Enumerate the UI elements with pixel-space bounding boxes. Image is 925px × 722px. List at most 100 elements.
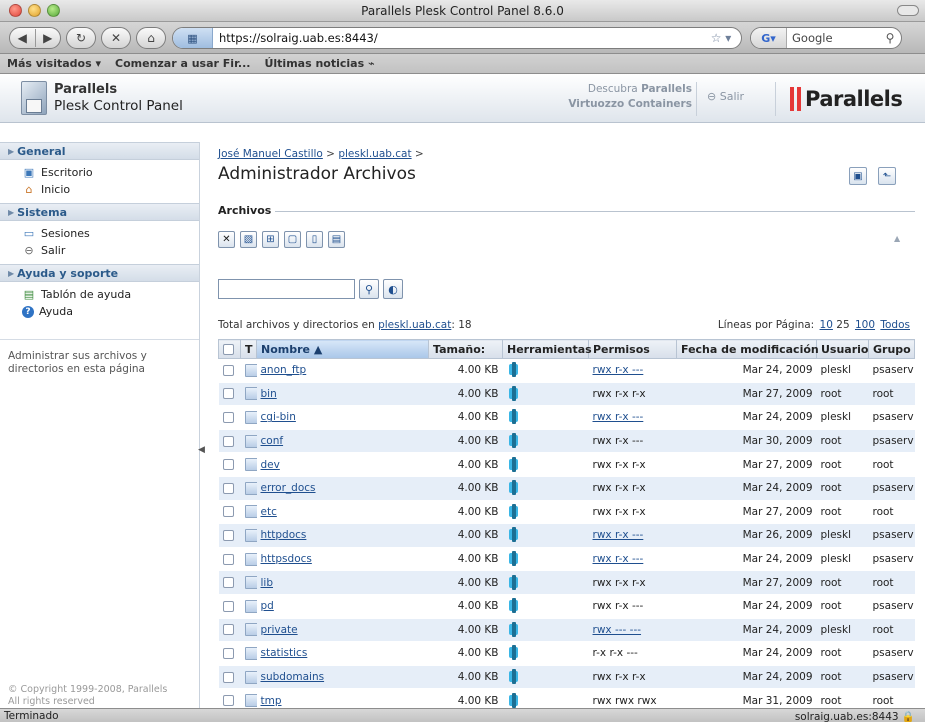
change-permissions-icon[interactable] — [507, 362, 521, 378]
toolbar-toggle-button[interactable] — [897, 5, 919, 16]
show-hidden-button[interactable]: ▣ — [849, 167, 867, 185]
file-name-link[interactable]: anon_ftp — [256, 358, 429, 383]
search-icon[interactable]: ⚲ — [879, 31, 901, 45]
bookmark-item[interactable]: Últimas noticias ⌁ — [264, 57, 374, 70]
reload-button[interactable]: ↻ — [66, 27, 96, 49]
row-checkbox[interactable] — [218, 405, 241, 430]
address-bar[interactable]: ▦ https://solraig.uab.es:8443/ ☆ ▾ — [172, 27, 742, 49]
file-name-link[interactable]: private — [256, 618, 429, 643]
change-permissions-icon[interactable] — [507, 456, 521, 472]
perpage-25[interactable]: 25 — [836, 319, 849, 331]
sidebar-item-ayuda[interactable]: ? Ayuda — [0, 303, 199, 320]
bookmark-item[interactable]: Comenzar a usar Fir... — [115, 57, 250, 70]
file-name-link[interactable]: lib — [256, 570, 429, 595]
file-name-link[interactable]: httpsdocs — [256, 547, 429, 572]
row-checkbox[interactable] — [218, 570, 241, 595]
file-name-link[interactable]: error_docs — [256, 476, 429, 501]
collapse-icon[interactable]: ▲ — [894, 234, 900, 243]
delete-button[interactable]: ✕ — [218, 231, 235, 248]
row-checkbox[interactable] — [218, 358, 241, 383]
column-header-size[interactable]: Tamaño: — [428, 339, 503, 359]
add-file-button[interactable]: ⊞ — [262, 231, 279, 248]
breadcrumb-domain-link[interactable]: pleskl.uab.cat — [338, 148, 411, 160]
search-button[interactable]: ⚲ — [359, 279, 379, 299]
row-checkbox[interactable] — [218, 452, 241, 477]
column-header-group[interactable]: Grupo — [868, 339, 915, 359]
forward-button[interactable]: ▶ — [35, 31, 60, 45]
permissions[interactable]: rwx r-x --- — [588, 547, 677, 572]
row-checkbox[interactable] — [218, 665, 241, 690]
search-input[interactable]: Google — [787, 31, 879, 45]
url-text[interactable]: https://solraig.uab.es:8443/ — [213, 31, 701, 45]
column-header-modified[interactable]: Fecha de modificación — [676, 339, 819, 359]
file-name-link[interactable]: subdomains — [256, 665, 429, 690]
row-checkbox[interactable] — [218, 429, 241, 454]
change-permissions-icon[interactable] — [507, 480, 521, 496]
perpage-100[interactable]: 100 — [855, 319, 875, 331]
copy-move-button[interactable]: ▢ — [284, 231, 301, 248]
row-checkbox[interactable] — [218, 547, 241, 572]
file-name-link[interactable]: pd — [256, 594, 429, 619]
file-name-link[interactable]: conf — [256, 429, 429, 454]
site-identity-icon[interactable]: ▦ — [173, 28, 213, 48]
file-name-link[interactable]: httpdocs — [256, 523, 429, 548]
new-file-button[interactable]: ▯ — [306, 231, 323, 248]
breadcrumb-user-link[interactable]: José Manuel Castillo — [218, 148, 323, 160]
change-permissions-icon[interactable] — [507, 527, 521, 543]
sidebar-item-tablon[interactable]: ▤ Tablón de ayuda — [0, 286, 199, 303]
home-button[interactable]: ⌂ — [136, 27, 166, 49]
stop-button[interactable]: ✕ — [101, 27, 131, 49]
up-level-button[interactable]: ⬑ — [878, 167, 896, 185]
sidebar-item-salir[interactable]: ⊖ Salir — [0, 242, 199, 259]
back-button[interactable]: ◀ — [10, 31, 35, 45]
permissions[interactable]: rwx r-x --- — [588, 405, 677, 430]
sidebar-section-general[interactable]: ▶ General — [0, 142, 199, 160]
change-permissions-icon[interactable] — [507, 621, 521, 637]
change-permissions-icon[interactable] — [507, 503, 521, 519]
change-permissions-icon[interactable] — [507, 551, 521, 567]
change-permissions-icon[interactable] — [507, 645, 521, 661]
row-checkbox[interactable] — [218, 641, 241, 666]
change-permissions-icon[interactable] — [507, 433, 521, 449]
change-permissions-icon[interactable] — [507, 385, 521, 401]
file-name-link[interactable]: cgi-bin — [256, 405, 429, 430]
sidebar-section-sistema[interactable]: ▶ Sistema — [0, 203, 199, 221]
totals-domain-link[interactable]: pleskl.uab.cat — [378, 319, 451, 331]
change-permissions-icon[interactable] — [507, 692, 521, 708]
file-name-link[interactable]: dev — [256, 452, 429, 477]
bookmark-star-icon[interactable]: ☆ ▾ — [701, 31, 741, 45]
search-bar[interactable]: G ▾ Google ⚲ — [750, 27, 902, 49]
perpage-10[interactable]: 10 — [820, 319, 833, 331]
file-name-link[interactable]: etc — [256, 500, 429, 525]
row-checkbox[interactable] — [218, 523, 241, 548]
row-checkbox[interactable] — [218, 382, 241, 407]
sidebar-section-ayuda[interactable]: ▶ Ayuda y soporte — [0, 264, 199, 282]
upload-button[interactable]: ▤ — [328, 231, 345, 248]
sidebar-item-inicio[interactable]: ⌂ Inicio — [0, 181, 199, 198]
file-name-link[interactable]: bin — [256, 382, 429, 407]
permissions[interactable]: rwx r-x --- — [588, 523, 677, 548]
sidebar-item-sesiones[interactable]: ▭ Sesiones — [0, 225, 199, 242]
show-all-button[interactable]: ◐ — [383, 279, 403, 299]
row-checkbox[interactable] — [218, 618, 241, 643]
bookmark-item[interactable]: Más visitados ▾ — [7, 57, 101, 70]
permissions[interactable]: rwx --- --- — [588, 618, 677, 643]
column-header-permissions[interactable]: Permisos — [588, 339, 677, 359]
row-checkbox[interactable] — [218, 500, 241, 525]
change-permissions-icon[interactable] — [507, 669, 521, 685]
search-engine-selector[interactable]: G ▾ — [751, 28, 787, 48]
select-all-checkbox[interactable] — [218, 339, 241, 359]
file-search-input[interactable] — [218, 279, 355, 299]
file-name-link[interactable]: statistics — [256, 641, 429, 666]
column-header-type[interactable]: T — [240, 339, 257, 359]
column-header-name[interactable]: Nombre ▲ — [256, 339, 429, 359]
change-permissions-icon[interactable] — [507, 409, 521, 425]
permissions[interactable]: rwx r-x --- — [588, 358, 677, 383]
change-permissions-icon[interactable] — [507, 574, 521, 590]
row-checkbox[interactable] — [218, 476, 241, 501]
column-header-user[interactable]: Usuario — [816, 339, 869, 359]
add-directory-button[interactable]: ▧ — [240, 231, 257, 248]
perpage-all[interactable]: Todos — [880, 319, 910, 331]
change-permissions-icon[interactable] — [507, 598, 521, 614]
sidebar-item-escritorio[interactable]: ▣ Escritorio — [0, 164, 199, 181]
